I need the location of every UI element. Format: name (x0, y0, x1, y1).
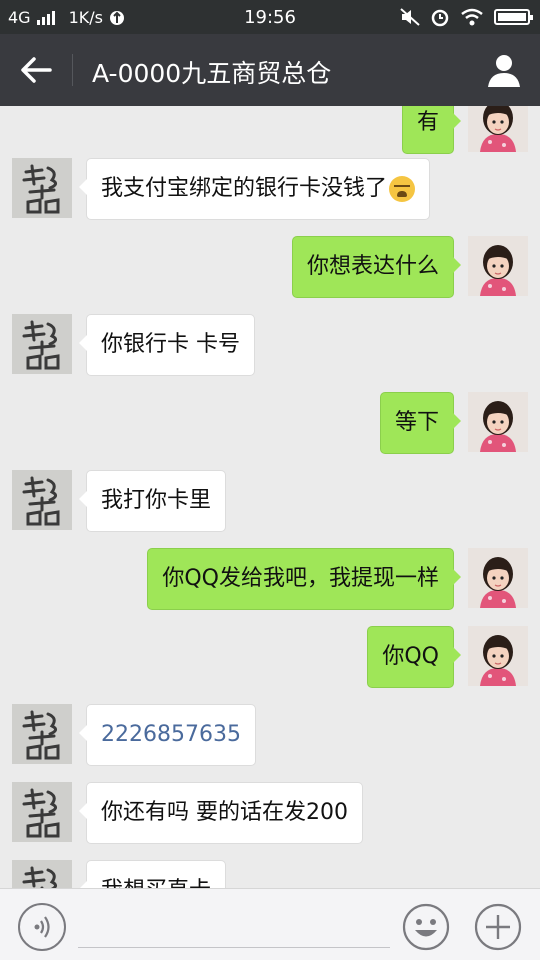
contact-avatar[interactable] (12, 782, 72, 842)
message-text: 等下 (394, 410, 439, 435)
outgoing-message-bubble[interactable]: 你想表达什么 (291, 236, 462, 298)
alarm-icon (431, 9, 449, 27)
message-text: 你想表达什么 (306, 254, 439, 279)
incoming-message-bubble[interactable]: 你还有吗 要的话在发200 (79, 782, 363, 844)
contact-avatar[interactable] (12, 860, 72, 888)
contact-profile-icon[interactable] (486, 52, 522, 88)
emoji-button-icon[interactable] (402, 903, 450, 951)
my-avatar[interactable] (468, 106, 528, 152)
input-bar (0, 888, 540, 960)
incoming-message-bubble[interactable]: 你银行卡 卡号 (79, 314, 255, 376)
message-text: 你QQ (382, 644, 439, 669)
message-text: 我打你卡里 (101, 488, 212, 513)
wifi-icon (461, 8, 483, 26)
my-avatar[interactable] (468, 392, 528, 452)
outgoing-message-bubble[interactable]: 你QQ (367, 626, 461, 688)
chat-header: A-0000九五商贸总仓 (0, 34, 540, 106)
contact-avatar[interactable] (12, 704, 72, 764)
header-divider (72, 54, 73, 86)
message-text: 你银行卡 卡号 (101, 332, 240, 357)
message-input[interactable] (78, 947, 390, 948)
contact-avatar[interactable] (12, 470, 72, 530)
outgoing-message-bubble[interactable]: 等下 (379, 392, 462, 454)
crying-face-icon (389, 176, 416, 202)
message-text[interactable]: 2226857635 (101, 722, 241, 747)
voice-input-button[interactable] (18, 903, 66, 951)
back-arrow-icon[interactable] (14, 50, 58, 90)
incoming-message-bubble[interactable]: 2226857635 (79, 704, 256, 766)
my-avatar[interactable] (468, 236, 528, 296)
outgoing-message-bubble[interactable]: 你QQ发给我吧，我提现一样 (147, 548, 461, 610)
my-avatar[interactable] (468, 548, 528, 608)
message-text: 你还有吗 要的话在发200 (101, 800, 348, 825)
chat-title: A-0000九五商贸总仓 (92, 59, 332, 88)
outgoing-message-bubble[interactable]: 有 (401, 106, 462, 154)
message-text: 有 (416, 110, 439, 135)
contact-avatar[interactable] (12, 314, 72, 374)
message-text: 我支付宝绑定的银行卡没钱了 (101, 176, 388, 201)
more-options-plus-icon[interactable] (474, 903, 522, 951)
contact-avatar[interactable] (12, 158, 72, 218)
incoming-message-bubble[interactable]: 我打你卡里 (78, 470, 227, 532)
incoming-message-bubble[interactable]: 我想买直卡 (78, 860, 227, 888)
my-avatar[interactable] (468, 626, 528, 686)
voice-icon (34, 916, 50, 938)
mute-icon (400, 8, 420, 26)
message-list[interactable]: 有我支付宝绑定的银行卡没钱了你想表达什么你银行卡 卡号等下我打你卡里你QQ发给我… (0, 106, 540, 888)
status-bar: 4G 1K/s 19:56 (0, 0, 540, 34)
message-text: 你QQ发给我吧，我提现一样 (162, 566, 439, 591)
incoming-message-bubble[interactable]: 我支付宝绑定的银行卡没钱了 (78, 158, 431, 220)
message-text: 我想买直卡 (101, 878, 211, 888)
battery-icon (494, 9, 533, 25)
